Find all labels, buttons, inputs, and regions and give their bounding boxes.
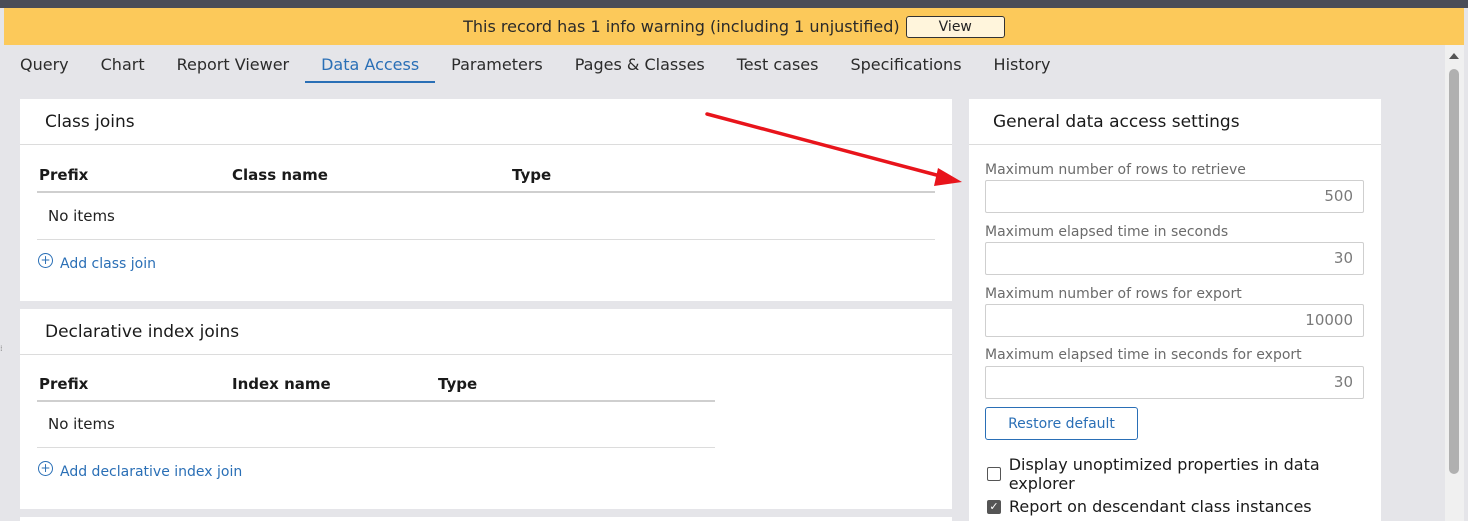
column-header-prefix: Prefix	[39, 166, 89, 184]
resize-grip-icon[interactable]: ⁞	[0, 344, 4, 354]
tab-history[interactable]: History	[994, 45, 1051, 83]
max-export-rows-label: Maximum number of rows for export	[985, 286, 1242, 302]
add-class-join-link[interactable]: + Add class join	[38, 252, 156, 272]
add-class-join-label: Add class join	[60, 256, 156, 272]
index-joins-title: Declarative index joins	[20, 309, 952, 355]
view-warning-button[interactable]: View	[905, 15, 1005, 38]
class-joins-panel: Class joins Prefix Class name Type No it…	[20, 99, 952, 301]
max-rows-label: Maximum number of rows to retrieve	[985, 162, 1246, 178]
descendant-instances-checkbox[interactable]: ✓ Report on descendant class instances	[987, 497, 1312, 516]
class-joins-empty: No items	[48, 207, 115, 225]
index-joins-empty: No items	[48, 415, 115, 433]
column-header-type: Type	[512, 166, 552, 184]
scrollbar-thumb[interactable]	[1449, 69, 1459, 474]
unoptimized-properties-label: Display unoptimized properties in data e…	[1008, 455, 1320, 493]
tab-report-viewer[interactable]: Report Viewer	[177, 45, 290, 83]
settings-title: General data access settings	[969, 99, 1381, 145]
unoptimized-properties-checkbox[interactable]: Display unoptimized properties in data e…	[987, 455, 1381, 493]
column-header-type: Type	[438, 375, 478, 393]
column-header-prefix: Prefix	[39, 375, 89, 393]
column-header-index-name: Index name	[232, 375, 331, 393]
max-time-label: Maximum elapsed time in seconds	[985, 224, 1229, 240]
row-divider	[37, 239, 935, 240]
tab-bar: Query Chart Report Viewer Data Access Pa…	[4, 45, 1440, 85]
max-export-time-label: Maximum elapsed time in seconds for expo…	[985, 347, 1302, 363]
max-rows-input[interactable]: 500	[985, 180, 1364, 213]
add-index-join-label: Add declarative index join	[60, 464, 243, 480]
tab-pages-classes[interactable]: Pages & Classes	[575, 45, 705, 83]
descendant-instances-label: Report on descendant class instances	[1009, 497, 1312, 516]
chevron-up-icon[interactable]	[1449, 53, 1459, 59]
top-bar	[0, 0, 1468, 8]
tab-data-access[interactable]: Data Access	[305, 45, 436, 83]
settings-panel: General data access settings Maximum num…	[969, 99, 1381, 521]
row-divider	[37, 447, 715, 448]
check-icon[interactable]: ✓	[987, 499, 1001, 514]
checkbox-unchecked[interactable]	[987, 467, 1001, 481]
tab-test-cases[interactable]: Test cases	[737, 45, 819, 83]
warning-text: This record has 1 info warning (includin…	[463, 17, 900, 36]
column-header-class-name: Class name	[232, 166, 328, 184]
class-joins-title: Class joins	[20, 99, 952, 145]
index-joins-panel: Declarative index joins Prefix Index nam…	[20, 309, 952, 509]
max-time-input[interactable]: 30	[985, 242, 1364, 275]
max-export-rows-input[interactable]: 10000	[985, 304, 1364, 337]
tab-query[interactable]: Query	[20, 45, 69, 83]
max-export-time-input[interactable]: 30	[985, 366, 1364, 399]
next-panel-edge	[20, 517, 952, 521]
tab-specifications[interactable]: Specifications	[850, 45, 961, 83]
plus-circle-icon: +	[38, 460, 53, 476]
plus-circle-icon: +	[38, 252, 53, 268]
header-divider	[37, 400, 715, 402]
header-divider	[37, 191, 935, 193]
add-index-join-link[interactable]: + Add declarative index join	[38, 460, 243, 480]
tab-parameters[interactable]: Parameters	[451, 45, 543, 83]
restore-default-button[interactable]: Restore default	[985, 407, 1138, 440]
tab-chart[interactable]: Chart	[101, 45, 145, 83]
warning-banner: This record has 1 info warning (includin…	[4, 8, 1464, 45]
vertical-scrollbar[interactable]	[1445, 45, 1464, 521]
